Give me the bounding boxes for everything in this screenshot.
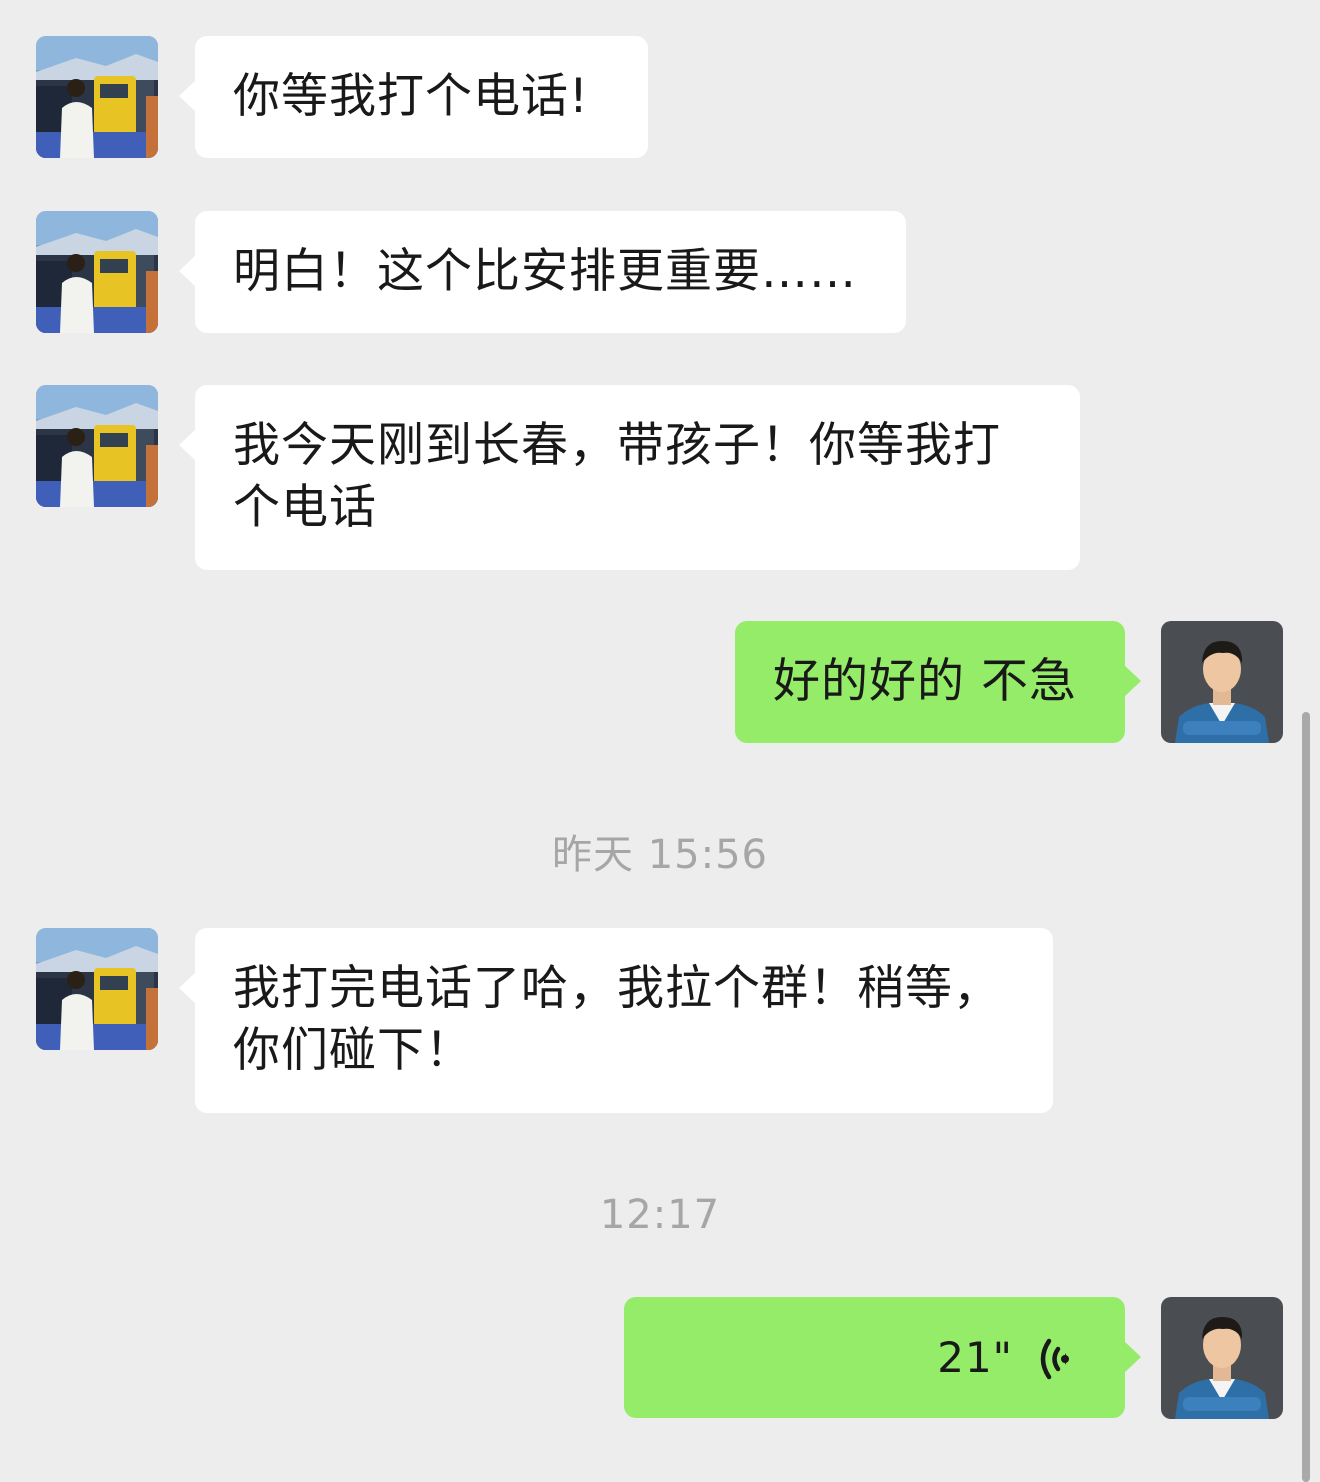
timestamp: 12:17	[599, 1192, 721, 1238]
message-text: 明白！这个比安排更重要……	[233, 244, 857, 299]
my-avatar[interactable]	[1161, 1297, 1283, 1419]
message-bubble[interactable]: 我今天刚到长春，带孩子！你等我打个电话	[179, 385, 1080, 570]
my-avatar[interactable]	[1161, 621, 1283, 743]
contact-avatar[interactable]	[36, 928, 158, 1050]
voice-duration: 21"	[937, 1333, 1013, 1382]
message-bubble[interactable]: 我打完电话了哈，我拉个群！稍等，你们碰下！	[179, 928, 1053, 1113]
scrollbar[interactable]	[1302, 712, 1310, 1482]
message-text: 我今天刚到长春，带孩子！你等我打个电话	[233, 418, 1001, 535]
message-text: 我打完电话了哈，我拉个群！稍等，你们碰下！	[233, 961, 1001, 1078]
contact-avatar[interactable]	[36, 36, 158, 158]
contact-avatar[interactable]	[36, 211, 158, 333]
message-text: 好的好的 不急	[773, 654, 1077, 709]
timestamp: 昨天 15:56	[552, 832, 768, 878]
message-text: 你等我打个电话!	[233, 69, 589, 124]
voice-wave-icon	[1035, 1335, 1075, 1397]
message-bubble[interactable]: 明白！这个比安排更重要……	[179, 211, 906, 333]
contact-avatar[interactable]	[36, 385, 158, 507]
voice-message-bubble[interactable]: 21"	[624, 1297, 1141, 1418]
message-bubble-mine[interactable]: 好的好的 不急	[735, 621, 1141, 743]
message-bubble[interactable]: 你等我打个电话!	[179, 36, 648, 158]
chat-area: 你等我打个电话! 明白！这个比安排更重要…… 我今天刚到长春，带孩子！你等我打个…	[0, 0, 1320, 1482]
